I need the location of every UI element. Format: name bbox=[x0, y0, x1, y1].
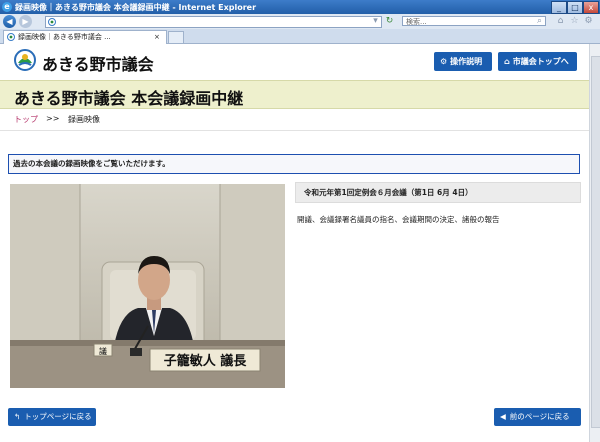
session-agenda: 開議、会議録署名議員の指名、会議期間の決定、諸般の報告 bbox=[297, 215, 500, 224]
vertical-scrollbar[interactable] bbox=[589, 44, 600, 442]
tab-label: 録画映像｜あきる野市議会 ... bbox=[18, 33, 111, 41]
breadcrumb-current: 録画映像 bbox=[68, 115, 100, 124]
page-icon bbox=[48, 18, 56, 26]
web-page: あきる野市議会 ⚙ 操作説明 ⌂ 市議会トップへ あきる野市議会 本会議録画中継 ト… bbox=[0, 44, 589, 442]
video-player[interactable]: 子籠敏人 議長 議 bbox=[10, 184, 285, 388]
search-input[interactable]: 検索... bbox=[402, 16, 546, 26]
page-title: あきる野市議会 本会議録画中継 bbox=[14, 89, 244, 108]
back-icon[interactable]: ◀ bbox=[3, 15, 16, 28]
address-bar[interactable] bbox=[45, 16, 382, 28]
maximize-button[interactable]: □ bbox=[567, 1, 583, 14]
title-band: あきる野市議会 本会議録画中継 bbox=[0, 80, 589, 109]
breadcrumb-top-link[interactable]: トップ bbox=[14, 114, 38, 125]
tab-strip: 録画映像｜あきる野市議会 ... × bbox=[0, 29, 600, 44]
address-row: ◀ ▶ ▾ ↻ 検索... ⌕ ⌂ ☆ ⚙ bbox=[0, 14, 600, 29]
browser-tab[interactable]: 録画映像｜あきる野市議会 ... × bbox=[3, 30, 167, 44]
home-icon[interactable]: ⌂ bbox=[555, 16, 566, 27]
forward-icon[interactable]: ▶ bbox=[19, 15, 32, 28]
help-button[interactable]: ⚙ 操作説明 bbox=[434, 52, 492, 71]
divider bbox=[0, 130, 589, 131]
back-to-top-button[interactable]: ↰ トップページに戻る bbox=[8, 408, 96, 426]
city-logo-icon bbox=[14, 49, 36, 71]
scrollbar-thumb[interactable] bbox=[591, 56, 600, 428]
nameplate-text: 子籠敏人 議長 bbox=[164, 353, 248, 369]
settings-gear-icon[interactable]: ⚙ bbox=[583, 16, 594, 27]
window-title: 録画映像｜あきる野市議会 本会議録画中継 - Internet Explorer bbox=[15, 3, 257, 12]
close-button[interactable]: x bbox=[583, 1, 599, 14]
window-title-bar: e 録画映像｜あきる野市議会 本会議録画中継 - Internet Explor… bbox=[0, 0, 600, 14]
previous-page-button[interactable]: ◀ 前のページに戻る bbox=[494, 408, 581, 426]
return-arrow-icon: ↰ bbox=[14, 412, 21, 421]
notice-box: 過去の本会議の録画映像をご覧いただけます。 bbox=[8, 154, 580, 174]
seal-text: 議 bbox=[99, 346, 107, 356]
minimize-button[interactable]: _ bbox=[551, 1, 567, 14]
breadcrumb-separator: >> bbox=[46, 114, 60, 123]
refresh-icon[interactable]: ↻ bbox=[384, 16, 395, 27]
building-icon: ⌂ bbox=[504, 57, 510, 66]
search-icon[interactable]: ⌕ bbox=[534, 16, 545, 27]
internet-explorer-icon: e bbox=[2, 2, 12, 12]
tab-favicon-icon bbox=[7, 33, 15, 41]
favorites-star-icon[interactable]: ☆ bbox=[569, 16, 580, 27]
video-frame: 子籠敏人 議長 議 bbox=[10, 184, 285, 388]
new-tab-button[interactable] bbox=[168, 31, 184, 44]
session-title: 令和元年第1回定例会６月会議（第1日 6月 4日） bbox=[295, 182, 581, 203]
triangle-left-icon: ◀ bbox=[500, 412, 506, 421]
address-dropdown-icon[interactable]: ▾ bbox=[370, 16, 381, 27]
tab-close-icon[interactable]: × bbox=[154, 31, 160, 44]
council-top-button[interactable]: ⌂ 市議会トップへ bbox=[498, 52, 577, 71]
gear-icon: ⚙ bbox=[440, 57, 448, 66]
site-name: あきる野市議会 bbox=[42, 55, 154, 74]
